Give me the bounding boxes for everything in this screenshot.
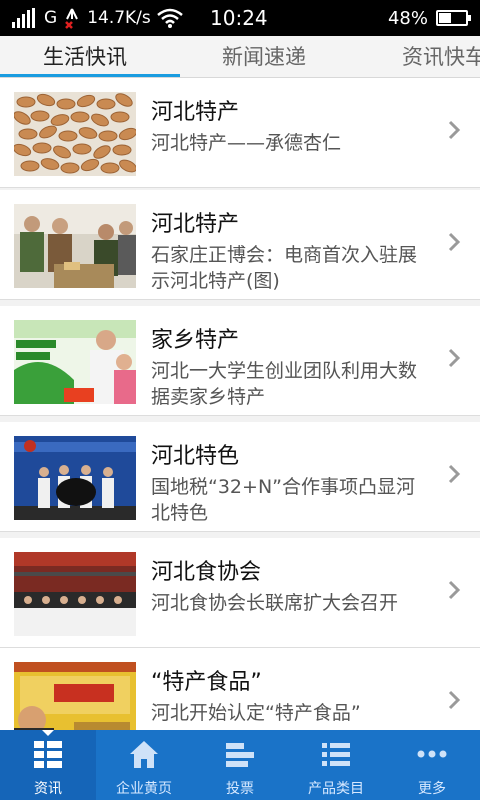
news-summary: 河北一大学生创业团队利用大数据卖家乡特产 — [151, 360, 418, 408]
status-right: 48% — [387, 6, 471, 30]
list-item[interactable]: 家乡特产 河北一大学生创业团队利用大数据卖家乡特产 — [0, 306, 480, 416]
list-icon — [322, 743, 350, 766]
nav-product-categories[interactable]: 产品类目 — [288, 730, 384, 800]
news-grid-icon — [34, 741, 62, 768]
news-title: 河北特产 — [151, 212, 240, 237]
bar-chart-icon — [226, 743, 254, 767]
home-icon — [130, 741, 158, 768]
tab-info-express[interactable]: 资讯快车 — [402, 36, 480, 77]
news-summary: 河北特产——承德杏仁 — [151, 132, 342, 154]
news-summary: 河北食协会长联席扩大会召开 — [151, 592, 399, 614]
nav-label: 产品类目 — [308, 781, 364, 797]
news-thumbnail — [14, 552, 136, 636]
news-thumbnail — [14, 662, 136, 730]
news-thumbnail — [14, 436, 136, 520]
nav-vote[interactable]: 投票 — [192, 730, 288, 800]
status-bar: G 14.7K/s 10:24 48% — [0, 0, 480, 36]
list-item[interactable]: 河北特产 石家庄正博会：电商首次入驻展示河北特产(图) — [0, 190, 480, 300]
news-summary: 国地税“32+N”合作事项凸显河北特色 — [151, 476, 415, 524]
nav-label: 更多 — [418, 781, 446, 797]
battery-percent: 48% — [387, 7, 428, 29]
bottom-navigation: 资讯 企业黄页 投票 产品类目 更多 — [0, 730, 480, 800]
battery-level — [439, 13, 451, 23]
nav-label: 资讯 — [34, 781, 62, 797]
nav-news[interactable]: 资讯 — [0, 730, 96, 800]
news-title: 河北特产 — [151, 100, 240, 125]
news-list: 河北特产 河北特产——承德杏仁 河北特产 石家庄正博会：电商首次入驻展示河北特产… — [0, 78, 480, 730]
chevron-right-icon — [448, 232, 461, 252]
tab-news-express[interactable]: 新闻速递 — [222, 36, 306, 77]
list-item[interactable]: 河北特产 河北特产——承德杏仁 — [0, 78, 480, 188]
chevron-right-icon — [448, 464, 461, 484]
chevron-right-icon — [448, 580, 461, 600]
network-type: G — [44, 8, 58, 28]
nav-business-directory[interactable]: 企业黄页 — [96, 730, 192, 800]
news-thumbnail — [14, 92, 136, 176]
signal-icon — [12, 8, 35, 28]
news-summary: 石家庄正博会：电商首次入驻展示河北特产(图) — [151, 244, 418, 292]
chevron-right-icon — [448, 120, 461, 140]
no-sim-icon — [65, 8, 79, 29]
more-dots-icon — [417, 750, 447, 758]
news-title: 河北特色 — [151, 444, 240, 469]
category-tabs: 生活快讯 新闻速递 资讯快车 — [0, 36, 480, 78]
battery-icon — [436, 10, 471, 26]
news-title: “特产食品” — [151, 670, 262, 695]
active-nav-notch — [42, 730, 54, 736]
chevron-right-icon — [448, 348, 461, 368]
wifi-icon — [156, 8, 183, 28]
clock: 10:24 — [210, 6, 268, 30]
list-item[interactable]: “特产食品” 河北开始认定“特产食品” — [0, 648, 480, 730]
news-title: 河北食协会 — [151, 560, 262, 585]
tab-life-news[interactable]: 生活快讯 — [43, 36, 127, 77]
news-title: 家乡特产 — [151, 328, 240, 353]
list-item[interactable]: 河北食协会 河北食协会长联席扩大会召开 — [0, 538, 480, 648]
network-speed: 14.7K/s — [87, 8, 151, 28]
news-summary: 河北开始认定“特产食品” — [151, 702, 361, 724]
status-left: G 14.7K/s — [12, 6, 183, 30]
news-thumbnail — [14, 204, 136, 288]
nav-more[interactable]: 更多 — [384, 730, 480, 800]
news-thumbnail — [14, 320, 136, 404]
list-item[interactable]: 河北特色 国地税“32+N”合作事项凸显河北特色 — [0, 422, 480, 532]
nav-label: 投票 — [226, 781, 254, 797]
nav-label: 企业黄页 — [116, 781, 172, 797]
chevron-right-icon — [448, 690, 461, 710]
